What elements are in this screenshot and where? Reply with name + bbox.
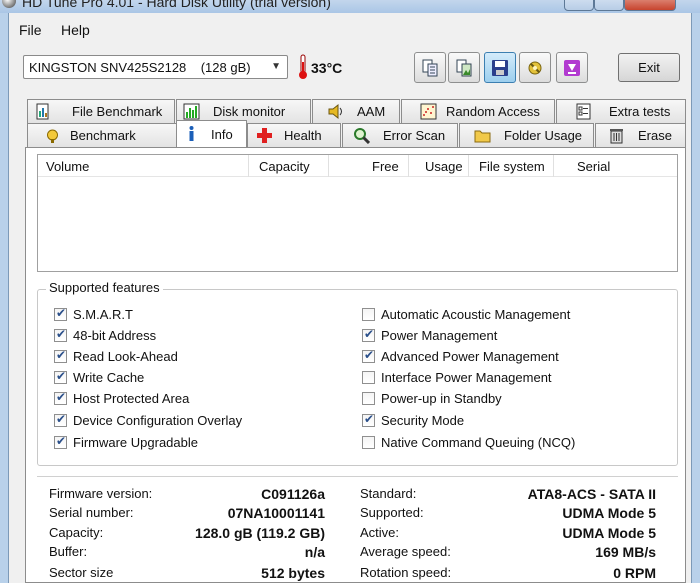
- speaker-icon: [328, 103, 342, 120]
- random-access-icon: [420, 103, 437, 120]
- thermometer-icon: [299, 54, 307, 79]
- tab-file-benchmark[interactable]: File Benchmark: [27, 99, 175, 123]
- tab-erase[interactable]: Erase: [595, 123, 686, 147]
- volume-list-header: Volume Capacity Free Usage File system S…: [38, 155, 677, 177]
- chevron-down-icon: ▼: [271, 61, 281, 72]
- firmware-version-value: C091126a: [261, 486, 325, 502]
- download-arrow-icon: [564, 60, 580, 76]
- divider: [37, 476, 678, 477]
- tab-health[interactable]: Health: [247, 123, 341, 147]
- column-volume[interactable]: Volume: [46, 159, 89, 174]
- buffer-label: Buffer:: [49, 544, 88, 559]
- temperature-value: 33°C: [311, 60, 343, 76]
- options-button[interactable]: [519, 52, 551, 83]
- exit-button[interactable]: Exit: [618, 53, 680, 82]
- checkbox: [54, 348, 67, 363]
- tab-random-access[interactable]: Random Access: [401, 99, 555, 123]
- serial-number-value: 07NA10001141: [227, 505, 325, 521]
- copy-text-button[interactable]: [414, 52, 446, 83]
- buffer-value: n/a: [304, 544, 325, 560]
- close-button[interactable]: [624, 0, 676, 11]
- tab-aam[interactable]: AAM: [312, 99, 400, 123]
- checkbox: [362, 348, 375, 363]
- save-button[interactable]: [484, 52, 516, 83]
- supported-value: UDMA Mode 5: [562, 505, 656, 521]
- capacity-value: 128.0 gB (119.2 GB): [195, 525, 325, 541]
- trash-icon: [610, 129, 623, 144]
- menu-bar: File Help: [9, 20, 691, 40]
- folder-icon: [474, 130, 491, 143]
- menu-file[interactable]: File: [19, 22, 42, 38]
- drive-select-value: KINGSTON SNV425S2128 (128 gB): [29, 60, 251, 75]
- sector-size-value: 512 bytes: [261, 565, 325, 581]
- rotation-speed-value: 0 RPM: [613, 565, 656, 581]
- column-capacity[interactable]: Capacity: [259, 159, 310, 174]
- copy-screenshot-button[interactable]: [448, 52, 480, 83]
- info-panel: Volume Capacity Free Usage File system S…: [25, 147, 686, 583]
- copy-image-icon: [456, 59, 472, 77]
- tab-extra-tests[interactable]: Extra tests: [556, 99, 686, 123]
- checkbox: [362, 327, 375, 342]
- window-title: HD Tune Pro 4.01 - Hard Disk Utility (tr…: [22, 0, 331, 10]
- update-button[interactable]: [556, 52, 588, 83]
- checkbox: [54, 369, 67, 384]
- tab-folder-usage[interactable]: Folder Usage: [459, 123, 594, 147]
- health-cross-icon: [257, 128, 272, 143]
- minimize-button[interactable]: [564, 0, 594, 11]
- file-benchmark-icon: [36, 103, 49, 120]
- supported-label: Supported:: [360, 505, 424, 520]
- wrench-tools-icon: [528, 61, 542, 75]
- supported-features-group: Supported features S.M.A.R.T 48-bit Addr…: [37, 280, 678, 466]
- firmware-version-label: Firmware version:: [49, 486, 153, 501]
- title-bar: HD Tune Pro 4.01 - Hard Disk Utility (tr…: [0, 0, 700, 13]
- checkbox: [362, 436, 375, 449]
- sector-size-label: Sector size: [49, 565, 114, 580]
- tab-benchmark[interactable]: Benchmark: [27, 123, 177, 147]
- column-free[interactable]: Free: [372, 159, 399, 174]
- drive-select[interactable]: KINGSTON SNV425S2128 (128 gB) ▼: [23, 55, 288, 79]
- disk-monitor-icon: [183, 103, 200, 120]
- active-value: UDMA Mode 5: [562, 525, 656, 541]
- magnifier-icon: [354, 128, 370, 144]
- tab-info[interactable]: Info: [176, 120, 247, 147]
- checkbox: [362, 371, 375, 384]
- main-window: File Help KINGSTON SNV425S2128 (128 gB) …: [8, 13, 692, 583]
- checkbox: [54, 327, 67, 342]
- capacity-label: Capacity:: [49, 525, 104, 540]
- app-icon: [2, 0, 16, 8]
- supported-features-title: Supported features: [46, 280, 163, 295]
- copy-icon: [422, 59, 438, 77]
- active-label: Active:: [360, 525, 400, 540]
- benchmark-icon: [47, 129, 58, 143]
- floppy-disk-icon: [492, 60, 508, 76]
- serial-number-label: Serial number:: [49, 505, 134, 520]
- checkbox: [54, 434, 67, 449]
- checkbox: [362, 308, 375, 321]
- column-file-system[interactable]: File system: [479, 159, 545, 174]
- checkbox: [54, 390, 67, 405]
- info-icon: [189, 126, 194, 141]
- checkbox: [362, 392, 375, 405]
- rotation-speed-label: Rotation speed:: [360, 565, 452, 580]
- column-serial[interactable]: Serial: [577, 159, 610, 174]
- standard-value: ATA8-ACS - SATA II: [527, 486, 656, 502]
- column-usage[interactable]: Usage: [425, 159, 463, 174]
- average-speed-label: Average speed:: [360, 544, 451, 559]
- checkbox: [54, 412, 67, 427]
- checkbox: [362, 412, 375, 427]
- menu-help[interactable]: Help: [61, 22, 90, 38]
- maximize-button[interactable]: [594, 0, 624, 11]
- standard-label: Standard:: [360, 486, 417, 501]
- average-speed-value: 169 MB/s: [595, 544, 656, 560]
- volume-list[interactable]: Volume Capacity Free Usage File system S…: [37, 154, 678, 272]
- extra-tests-icon: [576, 103, 591, 120]
- checkbox: [54, 306, 67, 321]
- tab-error-scan[interactable]: Error Scan: [342, 123, 458, 147]
